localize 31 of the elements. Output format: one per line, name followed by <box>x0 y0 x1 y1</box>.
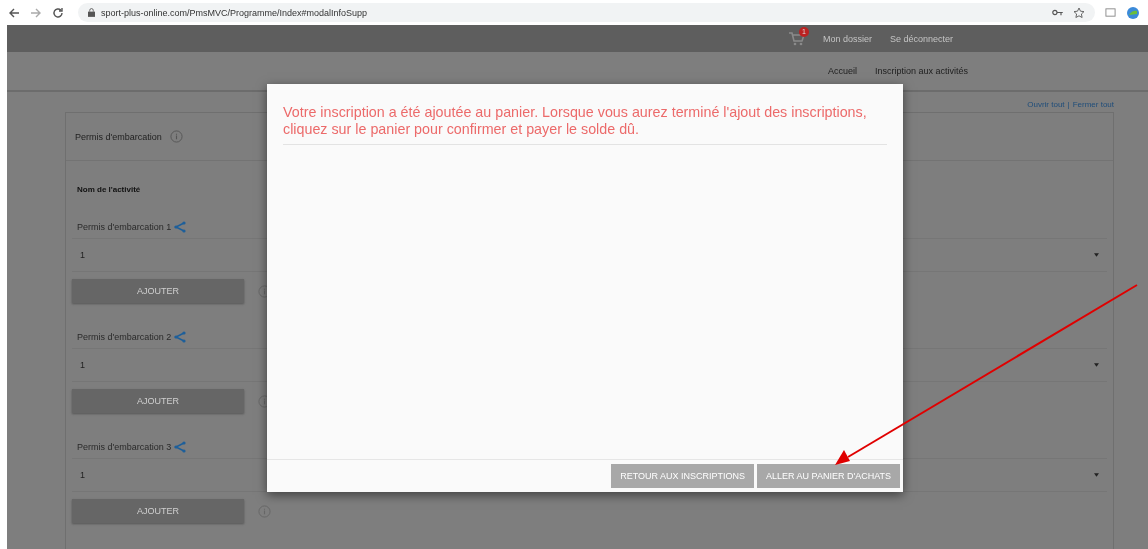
cart-icon <box>789 31 805 46</box>
activity-name: Permis d'embarcation 2 <box>77 332 172 342</box>
add-button[interactable]: AJOUTER <box>72 389 244 413</box>
activity-name: Permis d'embarcation 3 <box>77 442 172 452</box>
lock-icon <box>88 8 95 17</box>
dropdown-caret-icon <box>1094 473 1099 477</box>
link-separator: | <box>1067 100 1070 109</box>
reload-icon[interactable] <box>52 6 64 19</box>
activity-name: Permis d'embarcation 1 <box>77 222 172 232</box>
modal-button[interactable]: ALLER AU PANIER D'ACHATS <box>757 464 900 488</box>
toggle-link[interactable]: Ouvrir tout <box>1027 100 1065 109</box>
add-button[interactable]: AJOUTER <box>72 499 244 523</box>
address-bar[interactable]: sport-plus-online.com/PmsMVC/Programme/Index#modalInfoSupp <box>78 3 1095 22</box>
forward-icon[interactable] <box>30 6 42 19</box>
star-icon[interactable] <box>1073 6 1085 19</box>
dropdown-caret-icon <box>1094 363 1099 367</box>
key-icon[interactable] <box>1052 9 1063 16</box>
header-link[interactable]: Mon dossier <box>823 33 873 44</box>
nav-link[interactable]: Accueil <box>827 66 857 76</box>
extension-icon[interactable] <box>1105 7 1116 18</box>
confirmation-message: Votre inscription a été ajoutée au panier. Lorsque vous aurez terminé l'ajout des inscriptions, cliquez sur le panier pour confirmer et payer le solde dû. <box>283 104 887 145</box>
profile-icon[interactable] <box>1126 5 1140 20</box>
header-link[interactable]: Se déconnecter <box>890 33 954 44</box>
modal-button[interactable]: RETOUR AUX INSCRIPTIONS <box>611 464 755 488</box>
dropdown-caret-icon <box>1094 253 1099 257</box>
section-title: Permis d'embarcation <box>75 131 162 142</box>
toggle-link[interactable]: Fermer tout <box>1072 100 1114 109</box>
add-button[interactable]: AJOUTER <box>72 279 244 303</box>
nav-link[interactable]: Inscription aux activités <box>874 66 968 76</box>
column-header: Nom de l'activité <box>76 184 142 196</box>
back-icon[interactable] <box>8 6 20 19</box>
